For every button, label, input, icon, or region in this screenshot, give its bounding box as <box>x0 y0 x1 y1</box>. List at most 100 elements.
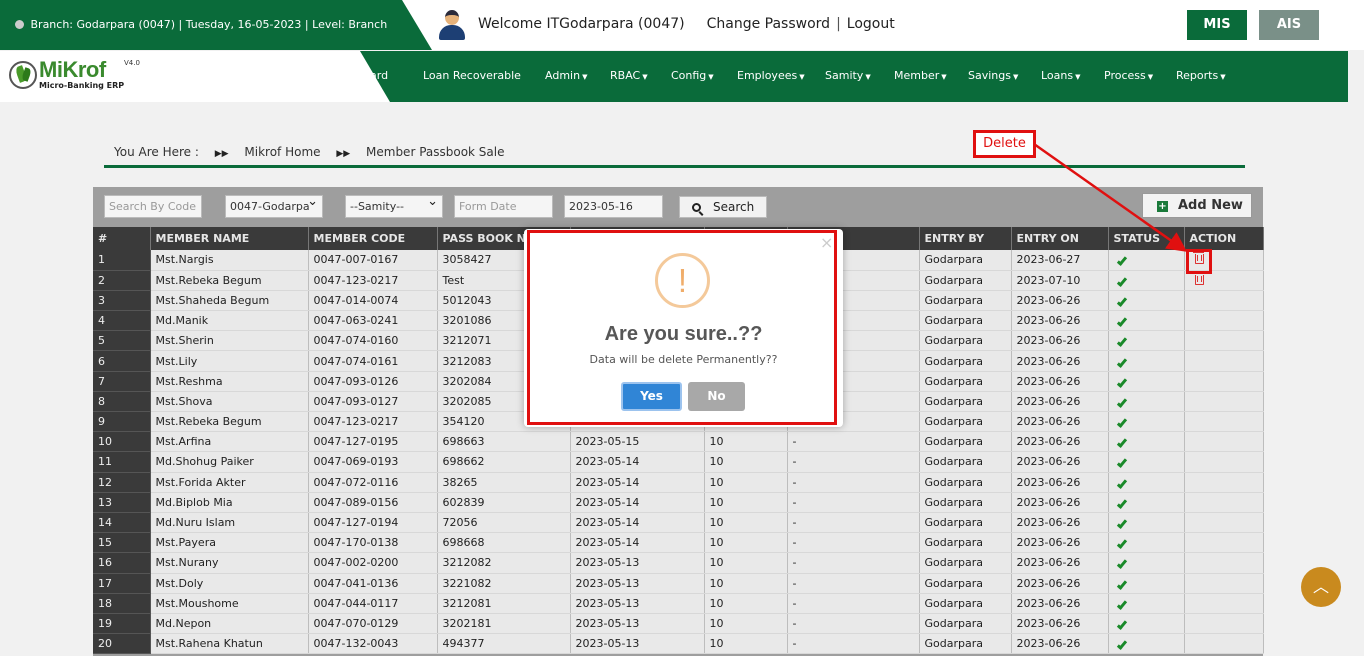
user-area: Welcome ITGodarpara (0047) Change Passwo… <box>438 8 895 40</box>
member-name: Mst.Rebeka Begum <box>150 411 309 433</box>
passbook-no: 698668 <box>437 532 571 554</box>
add-new-button[interactable]: + Add New <box>1142 193 1252 218</box>
entry-on: 2023-06-26 <box>1011 350 1109 372</box>
change-password-link[interactable]: Change Password <box>707 16 830 32</box>
nav-item-rbac[interactable]: RBAC ▼ <box>610 69 648 82</box>
entry-by: Godarpara <box>919 270 1012 291</box>
row-index: 15 <box>93 532 151 554</box>
entry-by: Godarpara <box>919 451 1012 473</box>
col-header-member-name[interactable]: MEMBER NAME <box>150 227 309 250</box>
search-button[interactable]: Search <box>679 196 767 218</box>
entry-by: Godarpara <box>919 512 1012 534</box>
entry-on: 2023-06-26 <box>1011 512 1109 534</box>
entry-by: Godarpara <box>919 391 1012 413</box>
row-index: 5 <box>93 330 151 352</box>
col-header-member-code[interactable]: MEMBER CODE <box>308 227 438 250</box>
check-icon <box>1116 437 1127 449</box>
action-cell <box>1184 411 1264 433</box>
table-row[interactable]: 17 Mst.Doly 0047-041-0136 3221082 2023-05-13… <box>93 573 1264 594</box>
branch-select[interactable]: 0047-Godarpa <box>225 194 323 218</box>
nav-item-admin[interactable]: Admin ▼ <box>545 69 587 82</box>
table-row[interactable]: 14 Md.Nuru Islam 0047-127-0194 72056 2023-05… <box>93 512 1264 534</box>
entry-on: 2023-06-26 <box>1011 472 1109 493</box>
form-date-input[interactable]: Form Date <box>454 195 553 218</box>
branch-info-text: Branch: Godarpara (0047) | Tuesday, 16-0… <box>30 18 388 31</box>
row-index: 9 <box>93 411 151 433</box>
logout-link[interactable]: Logout <box>847 16 895 32</box>
to-date-input[interactable]: 2023-05-16 <box>564 195 663 218</box>
col-header-entry-by[interactable]: ENTRY BY <box>919 227 1012 250</box>
nav-item-savings[interactable]: Savings ▼ <box>968 69 1018 82</box>
entry-on: 2023-06-26 <box>1011 310 1109 332</box>
row-index: 10 <box>93 431 151 453</box>
nav-item-loans[interactable]: Loans ▼ <box>1041 69 1081 82</box>
check-icon <box>1116 619 1127 630</box>
amount: 10 <box>704 431 788 453</box>
col-header-entry-on[interactable]: ENTRY ON <box>1011 227 1109 250</box>
member-name: Mst.Arfina <box>150 431 309 453</box>
check-icon <box>1116 255 1127 267</box>
entry-by: Godarpara <box>919 613 1012 635</box>
samity-select[interactable]: --Samity-- <box>345 194 443 218</box>
nav-item-config[interactable]: Config ▼ <box>671 69 714 82</box>
breadcrumb-current: Member Passbook Sale <box>366 145 505 159</box>
nav-item-process[interactable]: Process ▼ <box>1104 69 1153 82</box>
confirm-yes-button[interactable]: Yes <box>621 382 682 411</box>
action-cell <box>1184 472 1264 493</box>
member-name: Md.Biplob Mia <box>150 492 309 513</box>
sale-date: 2023-05-15 <box>570 431 705 453</box>
member-code: 0047-127-0194 <box>308 512 438 534</box>
caret-down-icon: ▼ <box>799 73 805 81</box>
breadcrumb-home-link[interactable]: Mikrof Home <box>244 145 320 159</box>
mis-button[interactable]: MIS <box>1187 10 1247 40</box>
nav-item-loan-recoverable[interactable]: Loan Recoverable <box>423 69 521 82</box>
sale-date: 2023-05-13 <box>570 593 705 614</box>
logo-name[interactable]: MiKrof <box>39 57 106 83</box>
table-row[interactable]: 11 Md.Shohug Paiker 0047-069-0193 698662 202… <box>93 451 1264 473</box>
trash-icon[interactable] <box>1192 271 1204 285</box>
entry-by: Godarpara <box>919 532 1012 554</box>
table-row[interactable]: 18 Mst.Moushome 0047-044-0117 3212081 2023-0… <box>93 593 1264 614</box>
table-row[interactable]: 10 Mst.Arfina 0047-127-0195 698663 2023-05-1… <box>93 431 1264 453</box>
status-cell <box>1108 350 1185 372</box>
delete-annotation-box <box>1186 249 1212 274</box>
nav-item-member[interactable]: Member ▼ <box>894 69 947 82</box>
member-code: 0047-093-0127 <box>308 391 438 413</box>
table-row[interactable]: 15 Mst.Payera 0047-170-0138 698668 2023-05-1… <box>93 532 1264 554</box>
close-icon[interactable]: × <box>820 233 833 252</box>
nav-item-samity[interactable]: Samity ▼ <box>825 69 871 82</box>
search-code-input[interactable]: Search By Code <box>104 195 202 218</box>
row-index: 19 <box>93 613 151 635</box>
amount: 10 <box>704 573 788 594</box>
table-row[interactable]: 12 Mst.Forida Akter 0047-072-0116 38265 2023… <box>93 472 1264 493</box>
scroll-top-button[interactable]: ︿ <box>1301 567 1341 607</box>
confirm-no-button[interactable]: No <box>688 382 745 411</box>
samity-select-value: --Samity-- <box>350 200 405 213</box>
row-index: 14 <box>93 512 151 534</box>
table-row[interactable]: 13 Md.Biplob Mia 0047-089-0156 602839 2023-0… <box>93 492 1264 513</box>
member-name: Mst.Forida Akter <box>150 472 309 493</box>
caret-down-icon: ▼ <box>1012 73 1019 81</box>
table-row[interactable]: 20 Mst.Rahena Khatun 0047-132-0043 494377 20… <box>93 633 1264 655</box>
action-cell <box>1184 451 1264 473</box>
col-header-status[interactable]: STATUS <box>1108 227 1185 250</box>
sales-date: - <box>787 532 920 554</box>
table-row[interactable]: 16 Mst.Nurany 0047-002-0200 3212082 2023-05-… <box>93 552 1264 574</box>
member-code: 0047-070-0129 <box>308 613 438 635</box>
status-cell <box>1108 290 1185 312</box>
table-row[interactable]: 19 Md.Nepon 0047-070-0129 3202181 2023-05-13… <box>93 613 1264 635</box>
nav-item-reports[interactable]: Reports ▼ <box>1176 69 1226 82</box>
sales-date: - <box>787 512 920 534</box>
amount: 10 <box>704 472 788 493</box>
double-arrow-icon: ▶▶ <box>336 149 351 159</box>
entry-by: Godarpara <box>919 330 1012 352</box>
sale-date: 2023-05-13 <box>570 633 705 655</box>
entry-on: 2023-06-27 <box>1011 250 1109 271</box>
caret-down-icon: ▼ <box>941 73 947 81</box>
nav-item-employees[interactable]: Employees ▼ <box>737 69 805 82</box>
entry-on: 2023-06-26 <box>1011 391 1109 413</box>
action-cell <box>1184 633 1264 655</box>
action-cell <box>1184 512 1264 534</box>
ais-button[interactable]: AIS <box>1259 10 1319 40</box>
amount: 10 <box>704 512 788 534</box>
